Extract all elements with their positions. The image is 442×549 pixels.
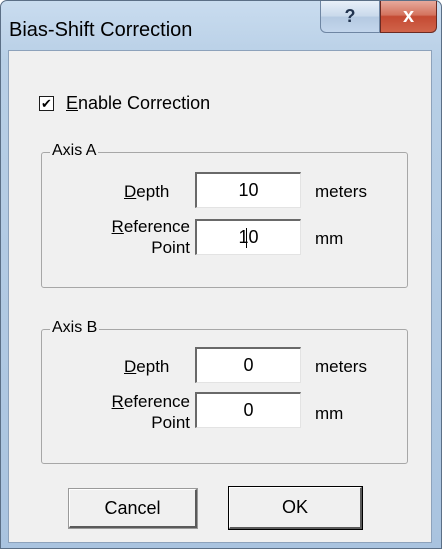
axis-b-depth-input[interactable]: 0: [195, 347, 301, 383]
mnemonic-d: D: [124, 182, 137, 201]
title-bar[interactable]: Bias-Shift Correction ? x: [1, 1, 441, 49]
checkmark-icon: ✔: [41, 96, 52, 111]
depth-label-rest: epth: [136, 182, 170, 201]
axis-b-reference-label: Reference Point: [104, 391, 190, 433]
axis-b-depth-label: Depth: [124, 356, 169, 377]
point-label: Point: [151, 413, 190, 432]
axis-b-group: Axis B Depth 0 meters Reference Point 0 …: [41, 319, 408, 464]
depth-label-rest: epth: [136, 357, 170, 376]
close-icon: x: [402, 5, 415, 27]
reference-label-rest: eference: [123, 392, 190, 411]
dialog-body: ✔ Enable Correction Axis A Depth 10 mete…: [8, 50, 432, 543]
axis-b-reference-input[interactable]: 0: [195, 392, 301, 428]
mnemonic-r: R: [111, 217, 124, 236]
reference-label-rest: eference: [123, 217, 190, 236]
axis-a-reference-unit: mm: [315, 229, 344, 248]
axis-a-depth-input[interactable]: 10: [195, 172, 301, 208]
enable-correction-label[interactable]: Enable Correction: [66, 93, 210, 114]
axis-a-reference-input[interactable]: 10: [195, 219, 301, 255]
mnemonic-e: E: [66, 93, 79, 113]
axis-a-depth-unit: meters: [315, 182, 367, 201]
axis-b-depth-unit: meters: [315, 357, 367, 376]
axis-a-legend: Axis A: [50, 142, 99, 160]
axis-a-group: Axis A Depth 10 meters Reference Point 1…: [41, 142, 408, 288]
cancel-button[interactable]: Cancel: [68, 488, 198, 529]
enable-correction-row[interactable]: ✔ Enable Correction: [39, 93, 210, 114]
axis-a-reference-label: Reference Point: [104, 216, 190, 258]
window-title: Bias-Shift Correction: [9, 19, 193, 41]
enable-label-rest: nable Correction: [78, 93, 211, 113]
axis-b-legend: Axis B: [50, 319, 100, 337]
mnemonic-r: R: [111, 392, 124, 411]
help-icon: ?: [344, 6, 356, 26]
close-button[interactable]: x: [380, 1, 437, 33]
axis-b-reference-unit: mm: [315, 404, 344, 423]
axis-a-depth-label: Depth: [124, 181, 169, 202]
dialog-window: Bias-Shift Correction ? x ✔ Enable Corre…: [0, 0, 442, 549]
mnemonic-d: D: [124, 357, 137, 376]
point-label: Point: [151, 238, 190, 257]
text-caret: [246, 228, 247, 248]
ok-button[interactable]: OK: [228, 486, 363, 530]
help-button[interactable]: ?: [320, 1, 380, 33]
enable-correction-checkbox[interactable]: ✔: [39, 96, 54, 111]
